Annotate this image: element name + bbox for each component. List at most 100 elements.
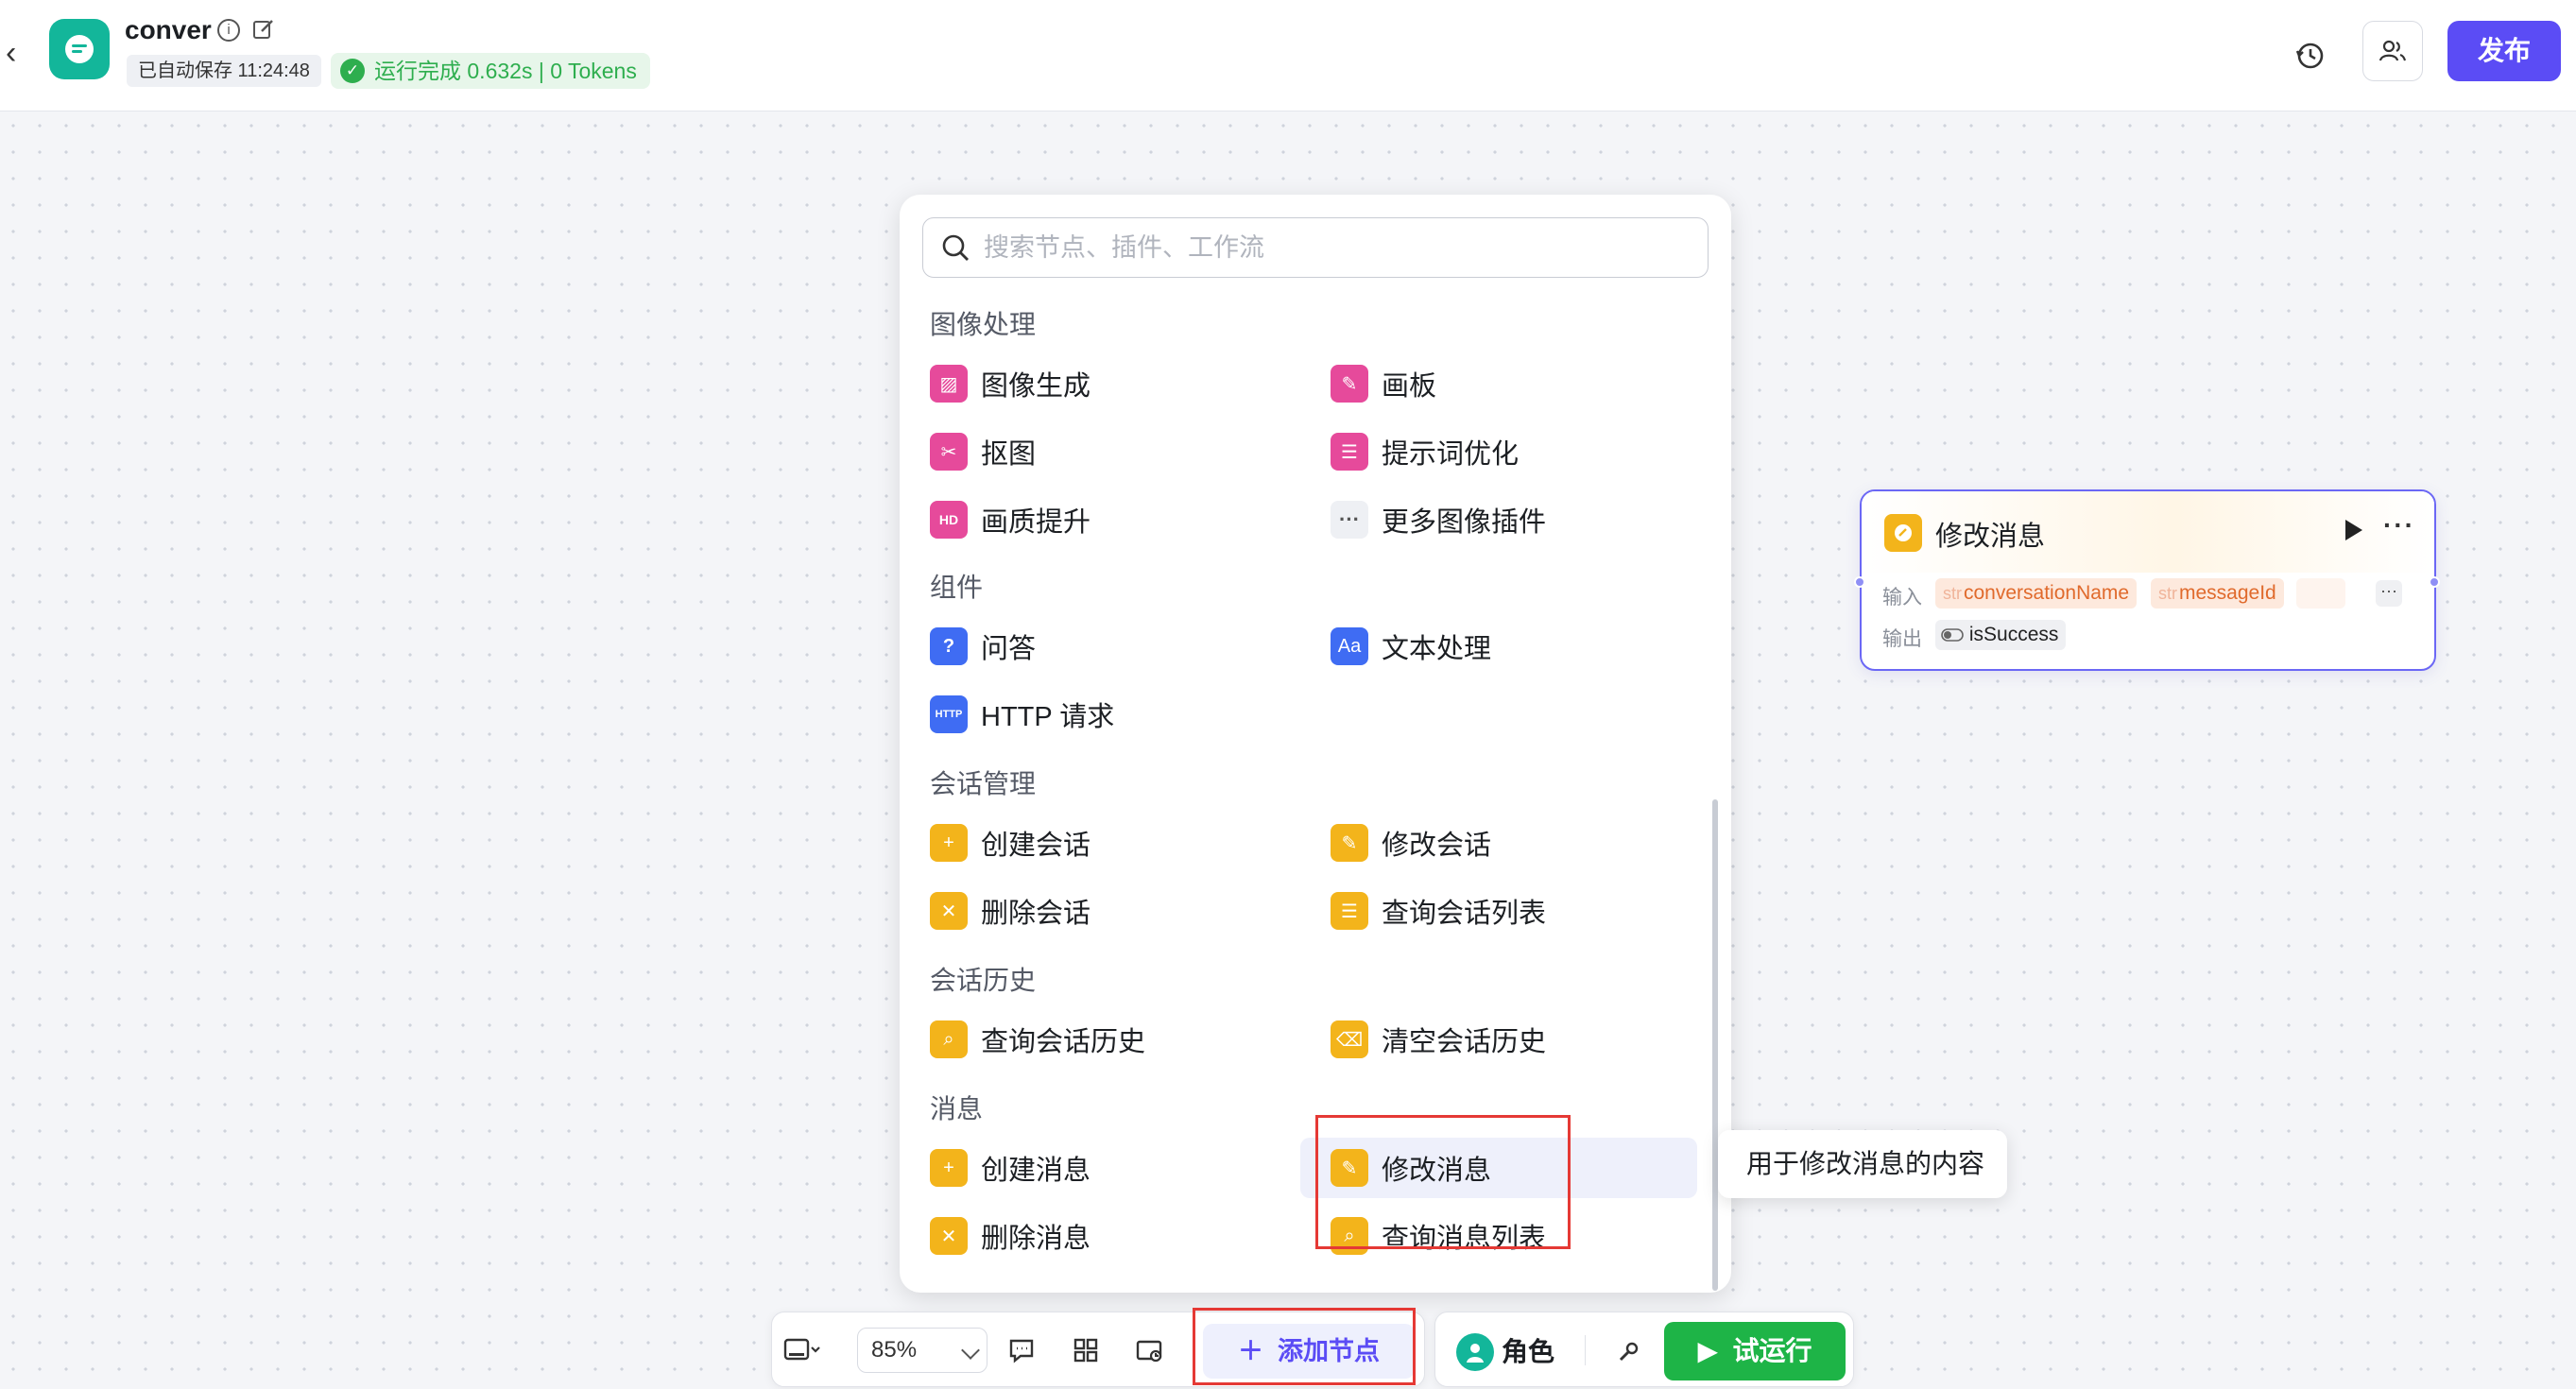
users-icon	[2379, 40, 2407, 61]
check-circle-icon: ✓	[340, 59, 365, 83]
node-output-port[interactable]	[2429, 576, 2440, 588]
node-item-http-request[interactable]: HTTP HTTP 请求	[900, 684, 1278, 745]
str-type-label: str	[2158, 584, 2177, 603]
comment-icon[interactable]	[1003, 1331, 1040, 1369]
node-item-delete-message[interactable]: ✕ 删除消息	[900, 1206, 1278, 1266]
ellipsis-icon: ···	[1331, 501, 1368, 539]
interaction-mode-icon[interactable]	[783, 1331, 821, 1369]
node-input-label: 输入	[1882, 587, 1922, 609]
toggle-icon	[1941, 628, 1964, 642]
node-search-box[interactable]	[922, 217, 1709, 278]
input-tag: strmessageId	[2151, 578, 2284, 609]
play-icon[interactable]	[2345, 520, 2362, 540]
run-status-text: 运行完成 0.632s | 0 Tokens	[374, 59, 637, 83]
node-item-list-conversations[interactable]: ☰ 查询会话列表	[1300, 881, 1697, 941]
node-item-image-generation[interactable]: ▨ 图像生成	[900, 353, 1278, 414]
workflow-title: conver	[125, 15, 212, 44]
app-logo-icon	[49, 19, 110, 79]
test-run-label: 试运行	[1732, 1336, 1812, 1365]
node-item-label: 创建消息	[981, 1156, 1091, 1186]
node-item-label: 抠图	[981, 439, 1037, 470]
section-image-processing: 图像处理	[930, 310, 1037, 339]
node-item-clear-history[interactable]: ⌫ 清空会话历史	[1300, 1009, 1697, 1070]
node-item-label: 提示词优化	[1382, 439, 1520, 470]
section-message: 消息	[930, 1094, 984, 1123]
create-conversation-icon: +	[930, 824, 968, 862]
node-item-label: 删除会话	[981, 899, 1091, 929]
test-run-button[interactable]: ▶ 试运行	[1664, 1322, 1846, 1380]
node-item-label: 清空会话历史	[1382, 1027, 1547, 1057]
node-item-query-history[interactable]: ⌕ 查询会话历史	[900, 1009, 1278, 1070]
node-item-label: 问答	[981, 634, 1037, 664]
text-processing-icon: Aa	[1331, 627, 1368, 665]
node-item-label: 修改会话	[1382, 831, 1492, 861]
workflow-node-edit-message[interactable]: 修改消息 ··· 输入 strconversationName strmessa…	[1854, 489, 2440, 671]
node-description-tooltip: 用于修改消息的内容	[1718, 1130, 2007, 1198]
input-tag: strconversationName	[1935, 578, 2138, 609]
highlight-box	[1193, 1308, 1416, 1385]
node-item-create-conversation[interactable]: + 创建会话	[900, 813, 1278, 873]
node-item-more-image-plugins[interactable]: ··· 更多图像插件	[1300, 489, 1697, 550]
node-item-label: 文本处理	[1382, 634, 1492, 664]
clear-history-icon: ⌫	[1331, 1020, 1368, 1058]
delete-message-icon: ✕	[930, 1217, 968, 1255]
node-item-create-message[interactable]: + 创建消息	[900, 1138, 1278, 1198]
input-param-name: messageId	[2179, 582, 2276, 604]
list-conversations-icon: ☰	[1331, 892, 1368, 930]
ellipsis-icon[interactable]: ···	[2383, 510, 2415, 540]
info-icon[interactable]: i	[217, 19, 240, 42]
more-inputs-icon[interactable]: ···	[2376, 580, 2402, 607]
back-chevron-icon[interactable]: ‹	[6, 34, 32, 72]
node-item-label: HTTP 请求	[981, 702, 1115, 732]
image-generation-icon: ▨	[930, 365, 968, 403]
prompt-optimize-icon: ☰	[1331, 433, 1368, 471]
delete-conversation-icon: ✕	[930, 892, 968, 930]
hd-icon: HD	[930, 501, 968, 539]
minimap-icon[interactable]	[1131, 1331, 1169, 1369]
node-item-delete-conversation[interactable]: ✕ 删除会话	[900, 881, 1278, 941]
top-header: ‹ conver i 已自动保存 11:24:48 ✓ 运行完成 0.632s …	[0, 0, 2576, 111]
node-item-label: 删除消息	[981, 1224, 1091, 1254]
highlight-box	[1315, 1115, 1571, 1249]
run-toolbar: 角色 ▶ 试运行	[1434, 1312, 1854, 1387]
node-item-label: 查询会话列表	[1382, 899, 1547, 929]
publish-button[interactable]: 发布	[2447, 21, 2561, 81]
edit-icon[interactable]	[251, 17, 276, 42]
create-message-icon: +	[930, 1149, 968, 1187]
zoom-select[interactable]: 85%	[857, 1328, 987, 1373]
question-icon: ?	[930, 627, 968, 665]
node-item-qa[interactable]: ? 问答	[900, 616, 1278, 677]
history-icon[interactable]	[2287, 32, 2334, 79]
node-item-prompt-optimize[interactable]: ☰ 提示词优化	[1300, 421, 1697, 482]
autosave-status: 已自动保存 11:24:48	[127, 55, 321, 87]
node-item-cutout[interactable]: ✂ 抠图	[900, 421, 1278, 482]
node-item-text-processing[interactable]: Aa 文本处理	[1300, 616, 1697, 677]
role-avatar-icon	[1456, 1333, 1494, 1371]
search-input[interactable]	[984, 232, 1683, 263]
section-conversation-history: 会话历史	[930, 966, 1037, 995]
canvas-board-icon: ✎	[1331, 365, 1368, 403]
collaborators-button[interactable]	[2362, 21, 2423, 81]
node-input-port[interactable]	[1854, 576, 1865, 588]
output-param-name: isSuccess	[1968, 624, 2059, 645]
auto-layout-icon[interactable]	[1067, 1331, 1105, 1369]
panel-scrollbar[interactable]	[1712, 799, 1718, 1291]
node-item-edit-conversation[interactable]: ✎ 修改会话	[1300, 813, 1697, 873]
node-item-canvas-board[interactable]: ✎ 画板	[1300, 353, 1697, 414]
node-item-label: 画板	[1382, 371, 1437, 402]
zoom-value: 85%	[871, 1337, 918, 1363]
cutout-icon: ✂	[930, 433, 968, 471]
http-icon: HTTP	[930, 695, 968, 733]
output-tag: isSuccess	[1935, 620, 2067, 650]
section-components: 组件	[930, 573, 984, 602]
node-item-quality-enhance[interactable]: HD 画质提升	[900, 489, 1278, 550]
chevron-down-icon	[961, 1341, 980, 1360]
search-icon	[942, 234, 969, 261]
query-history-icon: ⌕	[930, 1020, 968, 1058]
node-item-label: 画质提升	[981, 507, 1091, 538]
input-param-name: conversationName	[1964, 582, 2130, 604]
node-title: 修改消息	[1935, 522, 2046, 552]
section-conversation-management: 会话管理	[930, 769, 1037, 798]
wrench-icon[interactable]	[1609, 1333, 1647, 1371]
role-button[interactable]: 角色	[1502, 1333, 1554, 1371]
